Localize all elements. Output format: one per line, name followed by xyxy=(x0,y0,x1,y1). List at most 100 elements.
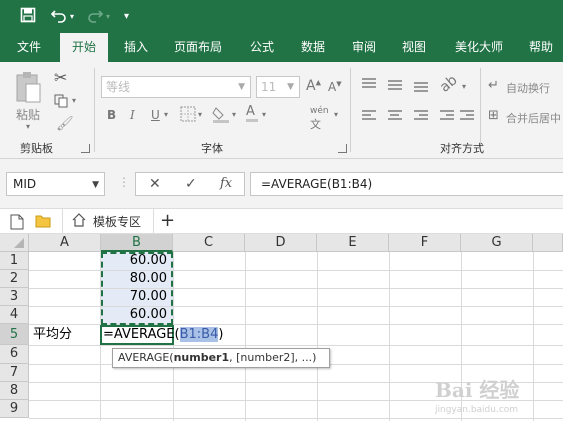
grid-line xyxy=(389,252,390,421)
formula-input[interactable]: =AVERAGE(B1:B4) xyxy=(250,172,563,196)
undo-dropdown-icon[interactable]: ▾ xyxy=(70,7,74,27)
row-header-4[interactable]: 4 xyxy=(0,306,29,324)
row-header-5[interactable]: 5 xyxy=(0,324,29,345)
redo-icon[interactable] xyxy=(86,7,104,27)
select-all-corner[interactable] xyxy=(0,234,29,252)
row-header-3[interactable]: 3 xyxy=(0,288,29,306)
tab-home[interactable]: 开始 xyxy=(60,33,108,62)
fill-color-icon[interactable] xyxy=(212,105,230,126)
increase-font-icon[interactable]: A▲ xyxy=(306,78,321,94)
column-header-e[interactable]: E xyxy=(317,234,389,252)
wrap-text-button[interactable]: 自动换行 xyxy=(506,80,550,96)
save-icon[interactable] xyxy=(20,7,36,27)
copy-dropdown-icon[interactable]: ▾ xyxy=(72,96,76,105)
orientation-dropdown-icon[interactable]: ▾ xyxy=(462,82,466,91)
name-box[interactable]: MID ▼ xyxy=(6,172,105,196)
title-bar: ▾ ▾ ▾ xyxy=(0,0,563,33)
align-left-icon[interactable] xyxy=(362,110,376,122)
column-header-c[interactable]: C xyxy=(173,234,245,252)
column-header-h[interactable] xyxy=(533,234,563,252)
tab-template[interactable]: 模板专区 xyxy=(62,209,154,234)
decrease-indent-icon[interactable] xyxy=(440,110,454,122)
column-header-d[interactable]: D xyxy=(245,234,317,252)
increase-indent-icon[interactable] xyxy=(460,110,474,122)
font-size-value: 11 xyxy=(261,80,277,94)
column-header-g[interactable]: G xyxy=(461,234,533,252)
tab-beautify[interactable]: 美化大师 xyxy=(446,33,512,62)
format-painter-icon[interactable]: 🖌 xyxy=(56,116,74,132)
row-header-6[interactable]: 6 xyxy=(0,345,29,364)
tab-page-layout[interactable]: 页面布局 xyxy=(165,33,231,62)
open-folder-icon[interactable] xyxy=(35,214,51,228)
add-tab-button[interactable]: + xyxy=(160,209,175,233)
row-header-7[interactable]: 7 xyxy=(0,364,29,382)
home-icon xyxy=(72,213,86,230)
row-header-8[interactable]: 8 xyxy=(0,382,29,400)
name-box-value: MID xyxy=(13,177,37,191)
tab-help[interactable]: 帮助 xyxy=(520,33,562,62)
row-header-9[interactable]: 9 xyxy=(0,400,29,418)
paste-button[interactable] xyxy=(14,70,42,107)
font-name-select[interactable]: 等线 ▼ xyxy=(101,76,251,98)
range-reference: B1:B4 xyxy=(179,327,219,342)
clipboard-launcher-icon[interactable] xyxy=(81,144,90,153)
grid-line xyxy=(29,418,563,419)
merge-center-button[interactable]: 合并后居中 xyxy=(506,110,561,126)
undo-icon[interactable] xyxy=(50,7,68,27)
tooltip-current-arg[interactable]: number1 xyxy=(174,351,230,364)
ribbon: 粘贴 ▾ ✂ ▾ 🖌 剪贴板 等线 ▼ 11 ▼ A▲ A▼ B I U ▾ ▾… xyxy=(0,62,563,159)
column-header-f[interactable]: F xyxy=(389,234,461,252)
enter-icon[interactable]: ✓ xyxy=(185,173,197,195)
formula-buttons: ✕ ✓ fx xyxy=(135,172,245,196)
paste-dropdown-icon[interactable]: ▾ xyxy=(26,122,30,131)
cell-b5-edit[interactable]: =AVERAGE(B1:B4) xyxy=(103,326,223,344)
cell-a5[interactable]: 平均分 xyxy=(33,326,99,344)
tab-file[interactable]: 文件 xyxy=(10,33,48,62)
insert-function-icon[interactable]: fx xyxy=(220,173,232,195)
font-launcher-icon[interactable] xyxy=(338,144,347,153)
underline-dropdown-icon[interactable]: ▾ xyxy=(164,110,168,119)
tab-formulas[interactable]: 公式 xyxy=(241,33,283,62)
align-right-icon[interactable] xyxy=(414,110,428,122)
bold-button[interactable]: B xyxy=(107,108,116,122)
copy-icon[interactable] xyxy=(54,94,70,111)
tab-insert[interactable]: 插入 xyxy=(115,33,157,62)
cancel-icon[interactable]: ✕ xyxy=(149,173,161,195)
align-middle-icon[interactable] xyxy=(388,80,402,92)
tab-data[interactable]: 数据 xyxy=(292,33,334,62)
resize-handle-icon[interactable]: ⋮ xyxy=(118,175,130,189)
borders-icon[interactable] xyxy=(180,106,196,125)
italic-button[interactable]: I xyxy=(130,108,135,122)
row-header-1[interactable]: 1 xyxy=(0,252,29,270)
tab-view[interactable]: 视图 xyxy=(393,33,435,62)
spreadsheet-grid[interactable]: A B C D E F G 1 2 3 4 5 6 7 8 9 60.00 80… xyxy=(0,234,563,421)
phonetic-icon[interactable]: wén 文 xyxy=(310,106,329,132)
baidu-watermark: Bai 经验 jingyan.baidu.com xyxy=(435,374,560,418)
customize-icon[interactable]: ▾ xyxy=(124,7,129,27)
tooltip-func: AVERAGE( xyxy=(118,351,174,364)
fill-dropdown-icon[interactable]: ▾ xyxy=(232,110,236,119)
underline-button[interactable]: U xyxy=(151,108,160,122)
font-color-dropdown-icon[interactable]: ▾ xyxy=(262,110,266,119)
cut-icon[interactable]: ✂ xyxy=(54,68,67,87)
column-header-b[interactable]: B xyxy=(101,234,173,252)
align-center-icon[interactable] xyxy=(388,110,402,122)
wrap-text-icon[interactable]: ↵ xyxy=(488,78,499,93)
orientation-icon[interactable]: ab xyxy=(437,72,461,95)
tab-review[interactable]: 审阅 xyxy=(343,33,385,62)
column-header-a[interactable]: A xyxy=(29,234,101,252)
new-file-icon[interactable] xyxy=(10,214,24,230)
align-top-icon[interactable] xyxy=(362,78,376,90)
merge-center-icon[interactable]: ⊞ xyxy=(488,108,499,123)
font-color-icon[interactable]: A xyxy=(246,104,258,122)
align-bottom-icon[interactable] xyxy=(414,82,428,94)
row-header-2[interactable]: 2 xyxy=(0,270,29,288)
phonetic-dropdown-icon[interactable]: ▾ xyxy=(334,110,338,119)
clipboard-group-label: 剪贴板 xyxy=(20,142,53,155)
copy-marquee xyxy=(101,252,173,325)
redo-dropdown-icon[interactable]: ▾ xyxy=(106,7,110,27)
borders-dropdown-icon[interactable]: ▾ xyxy=(198,110,202,119)
font-size-select[interactable]: 11 ▼ xyxy=(256,76,300,98)
decrease-font-icon[interactable]: A▼ xyxy=(328,80,342,94)
paste-label[interactable]: 粘贴 xyxy=(16,106,40,123)
